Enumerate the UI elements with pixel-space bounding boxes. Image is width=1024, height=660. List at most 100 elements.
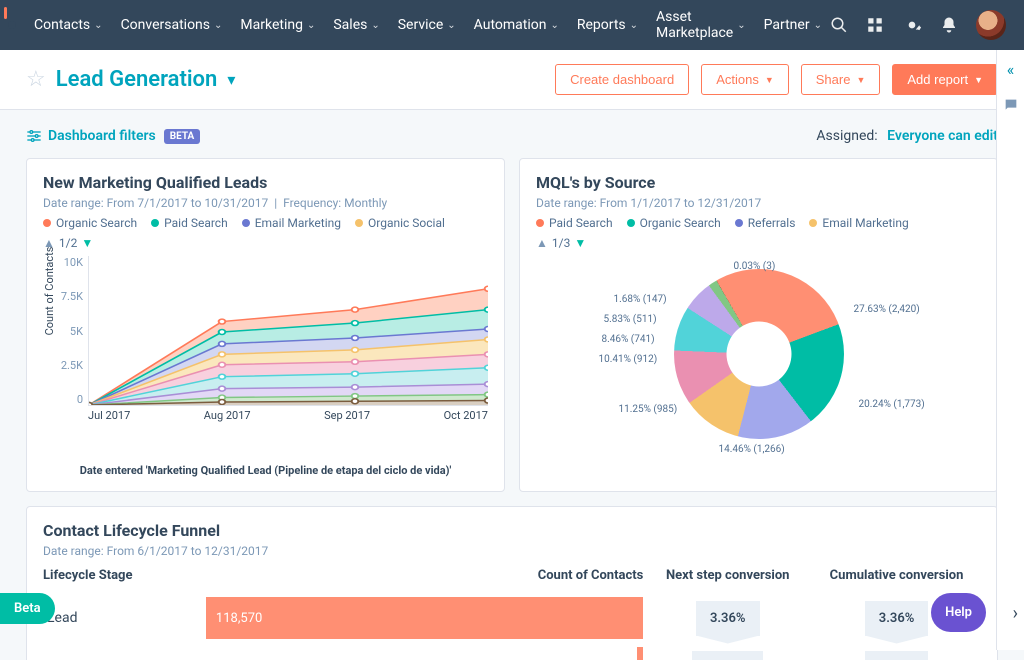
nav-right: ⌄ — [830, 10, 1024, 40]
chat-icon[interactable] — [1003, 97, 1019, 113]
user-avatar[interactable] — [976, 10, 1006, 40]
dashboard-switcher-icon[interactable]: ▾ — [227, 70, 235, 89]
x-axis-labels: Jul 2017Aug 2017Sep 2017Oct 2017 — [88, 409, 488, 422]
card-funnel: Contact Lifecycle Funnel Date range: Fro… — [26, 506, 998, 660]
legend-item[interactable]: Email Marketing — [809, 216, 908, 230]
legend: Organic Search Paid Search Email Marketing… — [43, 216, 488, 230]
chevron-down-icon: ⌄ — [630, 20, 638, 31]
favorite-star-icon[interactable]: ☆ — [26, 67, 46, 92]
share-button[interactable]: Share▼ — [801, 64, 881, 95]
card-title: New Marketing Qualified Leads — [43, 173, 488, 192]
chevron-down-icon: ⌄ — [371, 20, 379, 31]
actions-label: Actions — [716, 72, 759, 87]
assigned-label: Assigned: — [816, 128, 877, 144]
funnel-stage-label: Lead — [43, 610, 206, 626]
cards-row: New Marketing Qualified Leads Date range… — [26, 158, 998, 492]
filter-icon[interactable] — [26, 130, 42, 142]
pager-text: 1/3 — [552, 236, 570, 250]
chevron-down-icon: ▼ — [765, 75, 774, 85]
legend-item[interactable]: Referrals — [735, 216, 796, 230]
pager-next-icon[interactable]: ▼ — [574, 236, 586, 250]
nav-contacts[interactable]: Contacts⌄ — [26, 3, 111, 47]
legend-item[interactable]: Organic Search — [43, 216, 137, 230]
donut-slice-label: 8.46% (741) — [602, 334, 655, 345]
nav-service[interactable]: Service⌄ — [390, 3, 464, 47]
legend-item[interactable]: Email Marketing — [242, 216, 341, 230]
beta-pill[interactable]: Beta — [0, 593, 55, 624]
right-rail: « — [996, 50, 1024, 650]
donut-chart: 27.63% (2,420)20.24% (1,773)14.46% (1,26… — [536, 256, 981, 451]
legend-item[interactable]: Paid Search — [536, 216, 613, 230]
nav-marketing[interactable]: Marketing⌄ — [232, 3, 323, 47]
funnel-rows: Lead118,5703.36%3.36%Marketing Qualified… — [43, 597, 981, 660]
pager-next-icon[interactable]: ▼ — [81, 236, 93, 250]
nav-label: Service — [398, 17, 444, 33]
funnel-bar-cell: Lead118,570 — [43, 597, 643, 639]
card-mql-source: MQL's by Source Date range: From 1/1/201… — [519, 158, 998, 492]
legend-dot — [735, 219, 743, 227]
nav-label: Automation — [474, 17, 547, 33]
legend-dot — [355, 219, 363, 227]
pager-prev-icon[interactable]: ▲ — [536, 236, 548, 250]
nav-conversations[interactable]: Conversations⌄ — [113, 3, 231, 47]
y-tick: 0 — [77, 393, 83, 406]
nav-label: Partner — [764, 17, 810, 33]
funnel-bar — [637, 647, 643, 660]
create-dashboard-label: Create dashboard — [570, 72, 674, 87]
conversion-cell: 3.36% — [643, 601, 812, 636]
add-report-button[interactable]: Add report▼ — [892, 64, 998, 95]
collapse-rail-icon[interactable]: « — [1007, 60, 1015, 79]
nav-label: Asset Marketplace — [656, 9, 733, 41]
col-next-conv: Next step conversion — [643, 568, 812, 583]
nav-automation[interactable]: Automation⌄ — [466, 3, 567, 47]
card-title: MQL's by Source — [536, 173, 981, 192]
funnel-bar-cell: Marketing Qualified Lead3,984 — [43, 647, 643, 660]
donut-slice-label: 11.25% (985) — [619, 404, 678, 415]
share-label: Share — [816, 72, 851, 87]
conversion-tag: 3.36% — [696, 601, 760, 636]
assigned-link[interactable]: Everyone can edit — [887, 128, 998, 144]
legend-label: Organic Social — [368, 216, 445, 230]
header-buttons: Create dashboard Actions ▼ Share▼ Add rep… — [555, 64, 998, 95]
chevron-down-icon: ⌄ — [307, 20, 315, 31]
nav-sales[interactable]: Sales⌄ — [325, 3, 387, 47]
nav-label: Reports — [577, 17, 626, 33]
donut-slice-label: 14.46% (1,266) — [719, 444, 785, 455]
pager: ▲ 1/3 ▼ — [536, 236, 981, 250]
card-meta: Date range: From 7/1/2017 to 10/31/2017 … — [43, 196, 488, 210]
actions-button[interactable]: Actions ▼ — [701, 64, 789, 95]
pager: ▲ 1/2 ▼ — [43, 236, 488, 250]
legend-label: Referrals — [748, 216, 796, 230]
legend-label: Paid Search — [164, 216, 228, 230]
donut-slice-label: 10.41% (912) — [599, 354, 658, 365]
page-header: ☆ Lead Generation ▾ Create dashboard Act… — [0, 50, 1024, 110]
nav-asset-marketplace[interactable]: Asset Marketplace⌄ — [648, 3, 754, 47]
legend-label: Organic Search — [640, 216, 721, 230]
funnel-row: Marketing Qualified Lead3,98442.22%1.42% — [43, 647, 981, 660]
help-pill[interactable]: Help — [931, 593, 986, 632]
dashboard-filters-link[interactable]: Dashboard filters — [48, 128, 156, 144]
x-tick: Aug 2017 — [204, 409, 251, 422]
frequency: Frequency: Monthly — [283, 196, 387, 210]
donut-slice-label: 20.24% (1,773) — [859, 399, 925, 410]
y-tick: 7.5K — [61, 290, 83, 303]
nav-reports[interactable]: Reports ⌄ — [569, 3, 646, 47]
x-axis-title: Date entered 'Marketing Qualified Lead (… — [43, 464, 488, 477]
col-cum-conv: Cumulative conversion — [812, 568, 981, 583]
y-tick: 5K — [70, 325, 83, 338]
expand-arrow-icon[interactable]: › — [1013, 603, 1018, 624]
legend-item[interactable]: Organic Social — [355, 216, 445, 230]
legend-item[interactable]: Paid Search — [151, 216, 228, 230]
search-icon[interactable] — [830, 16, 848, 34]
settings-icon[interactable] — [902, 15, 922, 35]
legend-item[interactable]: Organic Search — [627, 216, 721, 230]
notifications-icon[interactable] — [940, 16, 958, 34]
donut-slice-label: 5.83% (511) — [604, 314, 657, 325]
legend-dot — [627, 219, 635, 227]
funnel-row: Lead118,5703.36%3.36% — [43, 597, 981, 639]
nav-partner[interactable]: Partner⌄ — [756, 3, 830, 47]
legend-label: Email Marketing — [822, 216, 908, 230]
create-dashboard-button[interactable]: Create dashboard — [555, 64, 689, 95]
conversion-tag: 1.42% — [865, 651, 929, 660]
marketplace-icon[interactable] — [866, 16, 884, 34]
